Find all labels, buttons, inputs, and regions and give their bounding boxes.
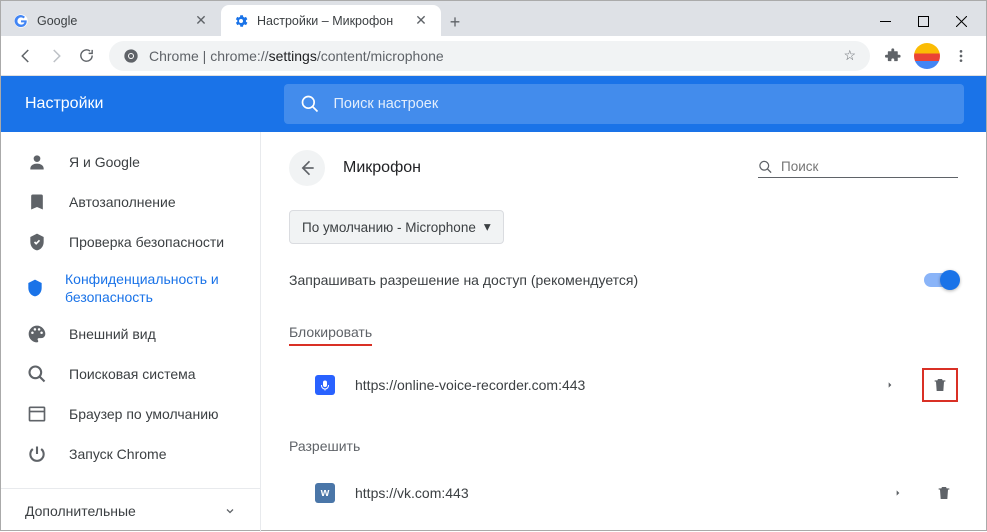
- power-icon: [25, 444, 49, 464]
- settings-content: Микрофон По умолчанию - Microphone ▾ Зап…: [261, 132, 986, 532]
- content-back-button[interactable]: [289, 150, 325, 186]
- sidebar-advanced-label: Дополнительные: [25, 503, 136, 519]
- autofill-icon: [25, 192, 49, 212]
- dropdown-caret-icon: ▾: [484, 219, 491, 235]
- content-search[interactable]: [758, 159, 958, 178]
- block-section-label: Блокировать: [289, 324, 372, 346]
- extensions-button[interactable]: [878, 41, 908, 71]
- browser-tab-google[interactable]: Google ✕: [1, 5, 221, 36]
- allowed-site-row: w https://vk.com:443: [289, 474, 958, 512]
- sidebar-item-on-startup[interactable]: Запуск Chrome: [1, 434, 260, 474]
- site-favicon: w: [315, 483, 335, 503]
- profile-avatar[interactable]: [914, 43, 940, 69]
- settings-sidebar: Я и Google Автозаполнение Проверка безоп…: [1, 132, 261, 532]
- sidebar-advanced[interactable]: Дополнительные: [1, 488, 260, 532]
- site-details-arrow[interactable]: [866, 487, 930, 499]
- settings-favicon: [233, 13, 249, 29]
- settings-search-input[interactable]: [334, 96, 948, 112]
- close-window-button[interactable]: [942, 7, 980, 35]
- sidebar-item-me-and-google[interactable]: Я и Google: [1, 142, 260, 182]
- google-favicon: [13, 13, 29, 29]
- site-favicon: [315, 375, 335, 395]
- sidebar-item-label: Проверка безопасности: [69, 234, 224, 250]
- tab-close-icon[interactable]: ✕: [193, 13, 209, 29]
- page-title: Микрофон: [343, 159, 421, 177]
- delete-site-button[interactable]: [930, 478, 958, 508]
- sidebar-item-label: Браузер по умолчанию: [69, 406, 219, 422]
- browser-tab-strip: Google ✕ Настройки – Микрофон ✕ +: [1, 1, 986, 36]
- delete-site-button[interactable]: [922, 368, 958, 402]
- sidebar-item-safety-check[interactable]: Проверка безопасности: [1, 222, 260, 262]
- tab-title: Google: [37, 14, 193, 28]
- blocked-site-row: https://online-voice-recorder.com:443: [289, 364, 958, 406]
- sidebar-item-label: Автозаполнение: [69, 194, 176, 210]
- security-icon: [25, 278, 45, 298]
- menu-button[interactable]: [946, 41, 976, 71]
- browser-icon: [25, 404, 49, 424]
- palette-icon: [25, 324, 49, 344]
- maximize-button[interactable]: [904, 7, 942, 35]
- microphone-device-dropdown[interactable]: По умолчанию - Microphone ▾: [289, 210, 504, 244]
- sidebar-item-search-engine[interactable]: Поисковая система: [1, 354, 260, 394]
- chevron-down-icon: [224, 505, 236, 517]
- tab-close-icon[interactable]: ✕: [413, 13, 429, 29]
- browser-tab-settings[interactable]: Настройки – Микрофон ✕: [221, 5, 441, 36]
- address-bar[interactable]: Chrome | chrome://settings/content/micro…: [109, 41, 870, 71]
- sidebar-item-label: Конфиденциальность и безопасность: [65, 270, 236, 306]
- tab-title: Настройки – Микрофон: [257, 14, 413, 28]
- sidebar-item-label: Внешний вид: [69, 326, 156, 342]
- new-tab-button[interactable]: +: [441, 8, 469, 36]
- minimize-button[interactable]: [866, 7, 904, 35]
- content-search-input[interactable]: [781, 159, 958, 174]
- bookmark-star-icon[interactable]: ☆: [843, 47, 856, 64]
- shield-check-icon: [25, 232, 49, 252]
- search-icon: [25, 364, 49, 384]
- ask-permission-toggle[interactable]: [924, 273, 958, 287]
- sidebar-item-label: Запуск Chrome: [69, 446, 166, 462]
- search-icon: [758, 159, 773, 175]
- address-text: Chrome | chrome://settings/content/micro…: [149, 48, 835, 64]
- person-icon: [25, 152, 49, 172]
- sidebar-item-label: Я и Google: [69, 154, 140, 170]
- allow-section-label: Разрешить: [289, 438, 360, 454]
- search-icon: [300, 94, 320, 114]
- sidebar-item-privacy-security[interactable]: Конфиденциальность и безопасность: [1, 262, 260, 314]
- dropdown-label: По умолчанию - Microphone: [302, 220, 476, 235]
- back-button[interactable]: [11, 41, 41, 71]
- site-url: https://online-voice-recorder.com:443: [355, 377, 858, 393]
- settings-body: Я и Google Автозаполнение Проверка безоп…: [1, 132, 986, 532]
- ask-permission-label: Запрашивать разрешение на доступ (рекоме…: [289, 272, 638, 288]
- window-controls: [866, 6, 986, 36]
- settings-title: Настройки: [1, 95, 261, 113]
- forward-button[interactable]: [41, 41, 71, 71]
- sidebar-item-autofill[interactable]: Автозаполнение: [1, 182, 260, 222]
- settings-header: Настройки: [1, 76, 986, 132]
- browser-toolbar: Chrome | chrome://settings/content/micro…: [1, 36, 986, 76]
- settings-search[interactable]: [284, 84, 964, 124]
- reload-button[interactable]: [71, 41, 101, 71]
- sidebar-item-appearance[interactable]: Внешний вид: [1, 314, 260, 354]
- site-url: https://vk.com:443: [355, 485, 866, 501]
- chrome-page-icon: [123, 48, 139, 64]
- site-details-arrow[interactable]: [858, 379, 922, 391]
- sidebar-item-label: Поисковая система: [69, 366, 196, 382]
- sidebar-item-default-browser[interactable]: Браузер по умолчанию: [1, 394, 260, 434]
